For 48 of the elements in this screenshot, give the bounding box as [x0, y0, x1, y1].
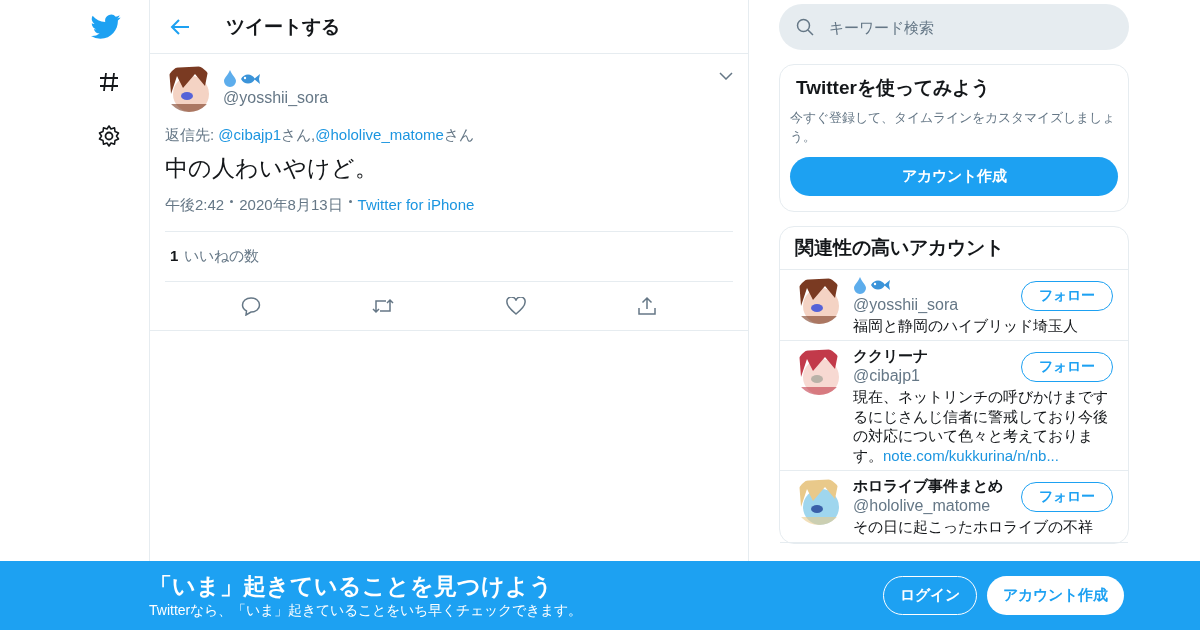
card-title: 関連性の高いアカウント	[780, 226, 1128, 270]
reply-to-text: 返信先: @cibajp1さん,@hololive_matomeさん	[165, 126, 475, 145]
fish-icon	[870, 278, 890, 293]
mention-link[interactable]: @cibajp1	[218, 126, 282, 143]
bird-logo-icon[interactable]	[91, 14, 121, 40]
user-handle[interactable]: @yosshii_sora	[223, 89, 329, 107]
mention-link[interactable]: @hololive_matome	[315, 126, 444, 143]
reply-icon[interactable]	[240, 296, 261, 316]
sign-up-button[interactable]: アカウント作成	[987, 576, 1124, 615]
share-icon[interactable]	[637, 296, 658, 316]
display-name[interactable]: ホロライブ事件まとめ	[853, 477, 1003, 497]
follow-button[interactable]: フォロー	[1021, 280, 1113, 311]
fish-icon	[240, 71, 260, 86]
page-title: ツイートする	[226, 14, 340, 39]
display-name[interactable]: ククリーナ	[853, 347, 928, 367]
card-title: Twitterを使ってみよう	[796, 76, 991, 100]
separator-dot-icon	[230, 200, 234, 203]
user-handle[interactable]: @cibajp1	[853, 367, 920, 386]
banner-title: 「いま」起きていることを見つけよう	[149, 572, 554, 601]
user-handle[interactable]: @yosshii_sora	[853, 295, 959, 314]
account-bio: 福岡と静岡のハイブリッド埼玉人	[853, 315, 1079, 336]
like-count: 1	[170, 247, 179, 266]
login-button[interactable]: ログイン	[883, 576, 977, 615]
card-text: 今すぐ登録して、タイムラインをカスタマイズしましょう。	[790, 109, 1116, 146]
user-handle[interactable]: @hololive_matome	[853, 497, 991, 516]
source-link[interactable]: Twitter for iPhone	[357, 196, 475, 215]
back-arrow-icon[interactable]	[170, 17, 190, 36]
chevron-down-icon[interactable]	[719, 72, 733, 80]
account-bio: その日に起こったホロライブの不祥	[853, 517, 1094, 537]
like-count-label[interactable]: いいねの数	[184, 247, 260, 266]
search-field[interactable]: キーワード検索	[779, 4, 1129, 50]
tweet-date: 2020年8月13日	[239, 196, 343, 215]
tweet-text: 中の人わいやけど。	[165, 154, 379, 183]
heart-icon[interactable]	[505, 297, 526, 315]
account-bio: 現在、ネットリンチの呼びかけまでするにじさんじ信者に警戒しており今後の対応について色々と考えております。note.com/kukkurina/n/nb...	[853, 387, 1109, 466]
water-drop-icon	[853, 276, 867, 294]
follow-button[interactable]: フォロー	[1021, 482, 1113, 513]
banner-subtitle: Twitterなら、「いま」起きていることをいち早くチェックできます。	[149, 602, 583, 620]
settings-icon[interactable]	[97, 124, 121, 148]
tweet-time: 午後2:42	[165, 196, 225, 215]
retweet-icon[interactable]	[372, 296, 395, 316]
separator-dot-icon	[348, 200, 352, 203]
bio-link[interactable]: note.com/kukkurina/n/nb...	[883, 446, 1059, 464]
create-account-button[interactable]: アカウント作成	[790, 156, 1118, 196]
hashtag-icon[interactable]	[97, 70, 121, 94]
water-drop-icon	[223, 70, 237, 87]
search-icon	[796, 18, 814, 36]
follow-button[interactable]: フォロー	[1021, 352, 1113, 383]
